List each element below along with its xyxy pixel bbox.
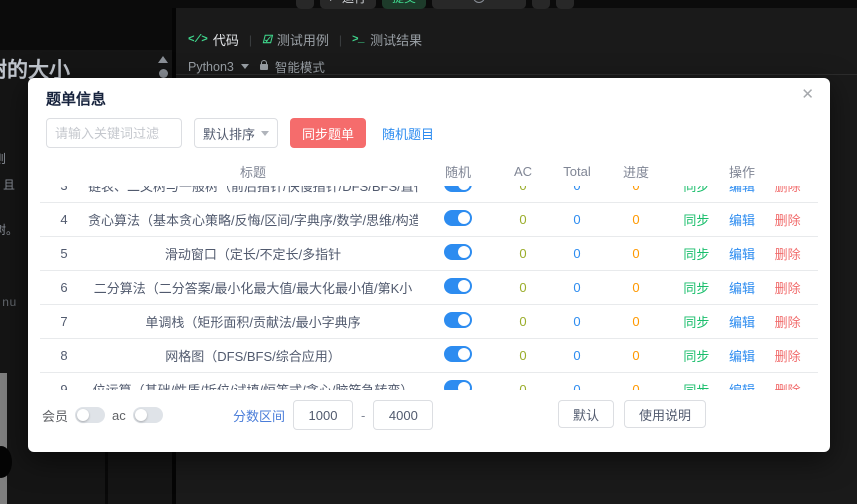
member-toggle[interactable] — [75, 407, 105, 423]
tab-separator: | — [249, 33, 252, 47]
table-row: 7 单调栈（矩形面积/贡献法/最小字典序 0 0 0 同步 编辑 删除 — [40, 305, 818, 339]
ac-toggle[interactable] — [133, 407, 163, 423]
sync-link[interactable]: 同步 — [683, 281, 709, 296]
clipped-code-fragment: nu — [2, 296, 16, 310]
random-toggle[interactable] — [444, 312, 472, 328]
avatar-circle-icon — [473, 0, 485, 3]
modal-footer: 会员 ac 分数区间 - 默认 使用说明 — [28, 398, 830, 432]
close-icon[interactable]: ✕ — [801, 87, 814, 102]
random-toggle[interactable] — [444, 380, 472, 390]
tab-code[interactable]: </> 代码 — [188, 30, 239, 49]
help-button[interactable]: 使用说明 — [624, 400, 706, 428]
default-button[interactable]: 默认 — [558, 400, 614, 428]
checkbox-icon: ☑ — [262, 33, 272, 47]
edit-link[interactable]: 编辑 — [729, 281, 755, 296]
clipped-text-fragment: ，且 — [0, 176, 15, 193]
clipped-text-fragment: 树。 — [0, 221, 18, 238]
lock-icon — [260, 64, 268, 70]
tab-testresult[interactable]: >_ 测试结果 — [352, 30, 422, 49]
delete-link[interactable]: 删除 — [775, 349, 801, 364]
ac-label: ac — [112, 408, 126, 423]
modal-title: 题单信息 — [46, 88, 106, 109]
top-toolbar: 运行 提交 — [296, 0, 574, 9]
chevron-down-icon — [241, 64, 249, 69]
editor-divider — [176, 74, 857, 75]
score-min-input[interactable] — [293, 400, 353, 430]
random-toggle[interactable] — [444, 278, 472, 294]
random-toggle[interactable] — [444, 186, 472, 192]
table-body: 3 链表、二叉树与一般树（前后指针/快慢指针/DFS/BFS/直径/LCA） 0… — [40, 186, 818, 390]
problem-list-modal: 题单信息 ✕ 默认排序 同步题单 随机题目 标题 随机 AC Total 进度 … — [28, 78, 830, 452]
table-header: 标题 随机 AC Total 进度 操作 — [40, 158, 818, 184]
edit-link[interactable]: 编辑 — [729, 213, 755, 228]
fullscreen-button[interactable] — [556, 0, 574, 9]
run-button[interactable]: 运行 — [320, 0, 376, 9]
edit-link[interactable]: 编辑 — [729, 349, 755, 364]
scroll-up-icon[interactable] — [158, 56, 168, 63]
sort-select[interactable]: 默认排序 — [194, 118, 278, 148]
code-icon: </> — [188, 34, 208, 46]
tab-separator: | — [339, 33, 342, 47]
sync-link[interactable]: 同步 — [683, 315, 709, 330]
language-select[interactable]: Python3 — [188, 60, 234, 74]
left-scrollbar-track — [0, 373, 7, 504]
table-row: 4 贪心算法（基本贪心策略/反悔/区间/字典序/数学/思维/构造） 0 0 0 … — [40, 203, 818, 237]
table-row: 5 滑动窗口（定长/不定长/多指针 0 0 0 同步 编辑 删除 — [40, 237, 818, 271]
scrollbar-thumb[interactable] — [159, 69, 168, 78]
edit-link[interactable]: 编辑 — [729, 247, 755, 262]
table-row: 8 网格图（DFS/BFS/综合应用） 0 0 0 同步 编辑 删除 — [40, 339, 818, 373]
clipped-text-fragment: 则 — [0, 150, 6, 167]
chevron-down-icon — [261, 131, 269, 136]
table-row: 6 二分算法（二分答案/最小化最大值/最大化最小值/第K小 0 0 0 同步 编… — [40, 271, 818, 305]
score-max-input[interactable] — [373, 400, 433, 430]
edit-link[interactable]: 编辑 — [729, 383, 755, 390]
modal-controls: 默认排序 同步题单 随机题目 — [46, 118, 434, 148]
delete-link[interactable]: 删除 — [775, 315, 801, 330]
table-row: 3 链表、二叉树与一般树（前后指针/快慢指针/DFS/BFS/直径/LCA） 0… — [40, 186, 818, 203]
delete-link[interactable]: 删除 — [775, 383, 801, 390]
range-separator: - — [361, 408, 365, 423]
sync-link[interactable]: 同步 — [683, 247, 709, 262]
sync-link[interactable]: 同步 — [683, 383, 709, 390]
editor-tabbar: </> 代码 | ☑ 测试用例 | >_ 测试结果 — [188, 30, 422, 49]
random-toggle[interactable] — [444, 244, 472, 260]
sync-link[interactable]: 同步 — [683, 349, 709, 364]
submit-button[interactable]: 提交 — [382, 0, 426, 9]
submit-label: 提交 — [392, 0, 416, 6]
run-label: 运行 — [342, 0, 366, 6]
bottom-panel-divider — [105, 452, 108, 504]
settings-button[interactable] — [532, 0, 550, 9]
sync-list-button[interactable]: 同步题单 — [290, 118, 366, 148]
app-root: 运行 提交 树的大小 则 ，且 树。 nu </> 代码 | ☑ — [0, 0, 857, 504]
sync-link[interactable]: 同步 — [683, 186, 709, 194]
keyword-filter-input[interactable] — [46, 118, 182, 148]
table-row: 9 位运算（基础/性质/拆位/试填/恒等式/贪心/脑筋急转弯） 0 0 0 同步… — [40, 373, 818, 390]
delete-link[interactable]: 删除 — [775, 213, 801, 228]
score-range-label: 分数区间 — [233, 406, 285, 425]
random-problem-link[interactable]: 随机题目 — [382, 124, 434, 143]
random-toggle[interactable] — [444, 346, 472, 362]
delete-link[interactable]: 删除 — [775, 281, 801, 296]
account-button[interactable] — [432, 0, 526, 9]
delete-link[interactable]: 删除 — [775, 247, 801, 262]
delete-link[interactable]: 删除 — [775, 186, 801, 194]
play-icon — [330, 0, 337, 1]
tab-testcase[interactable]: ☑ 测试用例 — [262, 30, 329, 49]
edit-link[interactable]: 编辑 — [729, 186, 755, 194]
terminal-icon: >_ — [352, 34, 365, 46]
random-toggle[interactable] — [444, 210, 472, 226]
sync-link[interactable]: 同步 — [683, 213, 709, 228]
edit-link[interactable]: 编辑 — [729, 315, 755, 330]
member-label: 会员 — [42, 406, 68, 425]
layout-icon[interactable] — [296, 0, 314, 9]
